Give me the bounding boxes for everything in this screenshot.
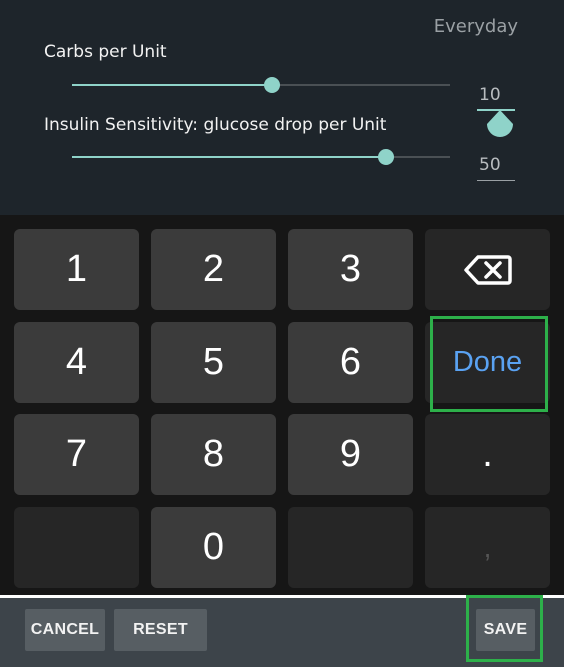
- key-4[interactable]: 4: [14, 322, 139, 403]
- sensitivity-value: 50: [479, 155, 501, 175]
- empty-key: [14, 507, 139, 588]
- schedule-label: Everyday: [433, 16, 518, 37]
- numeric-keypad: 1 2 3 4 5 6 Done 7 8 9 . 0 ,: [0, 215, 564, 595]
- insulin-sensitivity-label: Insulin Sensitivity: glucose drop per Un…: [44, 115, 387, 135]
- carbs-slider[interactable]: [72, 77, 450, 93]
- carbs-slider-fill: [72, 84, 273, 86]
- key-9[interactable]: 9: [288, 414, 413, 495]
- carbs-per-unit-label: Carbs per Unit: [44, 42, 167, 62]
- carbs-slider-thumb[interactable]: [264, 77, 281, 93]
- key-6[interactable]: 6: [288, 322, 413, 403]
- sensitivity-slider[interactable]: [72, 149, 450, 165]
- empty-key: [288, 507, 413, 588]
- save-button[interactable]: SAVE: [476, 609, 535, 651]
- key-7[interactable]: 7: [14, 414, 139, 495]
- settings-panel: Everyday Carbs per Unit 10 Insulin Sensi…: [0, 0, 564, 215]
- reset-button[interactable]: RESET: [114, 609, 207, 651]
- backspace-key[interactable]: [425, 229, 550, 310]
- key-3[interactable]: 3: [288, 229, 413, 310]
- key-1[interactable]: 1: [14, 229, 139, 310]
- carbs-value: 10: [479, 85, 501, 105]
- done-key[interactable]: Done: [425, 322, 550, 403]
- sensitivity-slider-thumb[interactable]: [377, 149, 394, 165]
- decimal-key[interactable]: .: [425, 414, 550, 495]
- key-8[interactable]: 8: [151, 414, 276, 495]
- action-bar: CANCEL RESET SAVE: [0, 598, 564, 667]
- carbs-value-field[interactable]: 10: [477, 82, 515, 111]
- sensitivity-value-field[interactable]: 50: [477, 152, 515, 181]
- key-5[interactable]: 5: [151, 322, 276, 403]
- text-cursor-handle-icon[interactable]: [485, 108, 515, 140]
- sensitivity-slider-fill: [72, 156, 386, 158]
- key-2[interactable]: 2: [151, 229, 276, 310]
- cancel-button[interactable]: CANCEL: [25, 609, 105, 651]
- comma-key[interactable]: ,: [425, 507, 550, 588]
- key-0[interactable]: 0: [151, 507, 276, 588]
- backspace-icon: [463, 254, 512, 285]
